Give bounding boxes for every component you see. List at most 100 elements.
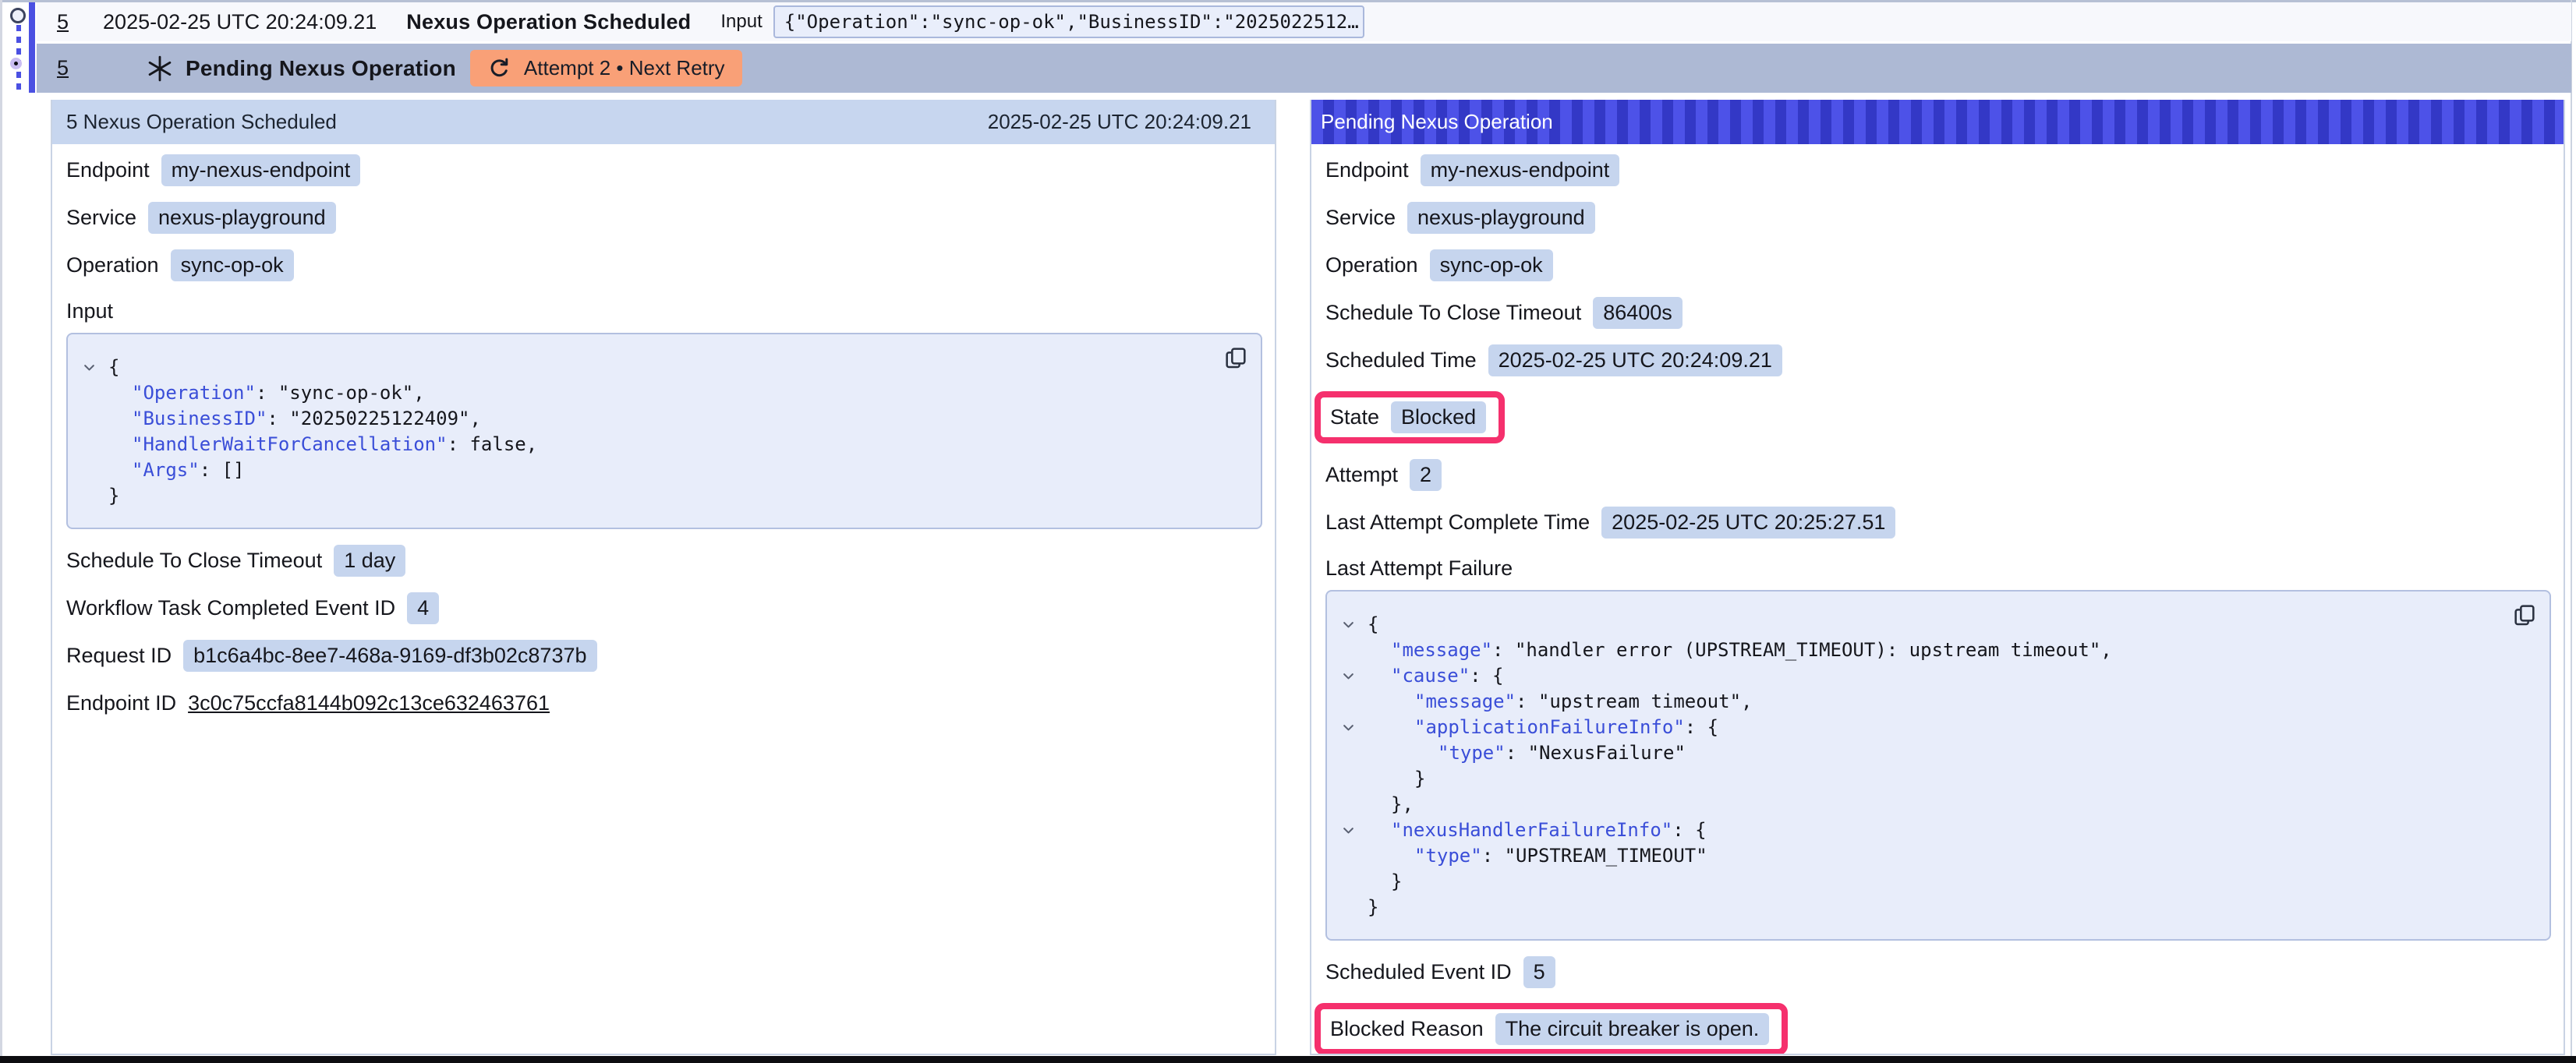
code-gutter[interactable]	[1338, 720, 1368, 735]
chevron-down-icon	[1341, 823, 1356, 838]
code-gutter[interactable]	[79, 360, 108, 375]
collapse-toggle[interactable]	[1341, 823, 1356, 838]
field-label: Attempt	[1325, 463, 1398, 487]
field-workflow-task-completed-event-id: Workflow Task Completed Event ID4	[66, 592, 1262, 624]
code-block-input_json: {"Operation": "sync-op-ok","BusinessID":…	[66, 333, 1262, 529]
scheduled-panel-header: 5 Nexus Operation Scheduled 2025-02-25 U…	[52, 100, 1275, 144]
json-text: }	[1391, 871, 1402, 892]
field-value-chip: 86400s	[1593, 297, 1683, 329]
json-key: "HandlerWaitForCancellation"	[132, 433, 448, 455]
field-value-chip: The circuit breaker is open.	[1495, 1013, 1770, 1045]
copy-icon	[1223, 345, 1248, 370]
json-text: : "sync-op-ok",	[256, 382, 425, 404]
field-endpoint: Endpointmy-nexus-endpoint	[1325, 154, 2551, 186]
code-line: "message": "upstream timeout",	[1338, 689, 2495, 715]
json-key: "cause"	[1391, 665, 1470, 687]
field-label: Endpoint	[1325, 158, 1409, 182]
json-text: },	[1391, 793, 1414, 815]
annotation-highlight-state: StateBlocked	[1315, 391, 1505, 443]
code-line-content: "HandlerWaitForCancellation": false,	[108, 432, 537, 457]
code-line: "applicationFailureInfo": {	[1338, 715, 2495, 740]
code-gutter[interactable]	[1338, 823, 1368, 838]
json-key: "message"	[1391, 639, 1492, 661]
field-endpoint: Endpointmy-nexus-endpoint	[66, 154, 1262, 186]
collapse-toggle[interactable]	[1341, 720, 1356, 735]
json-text: : {	[1672, 819, 1706, 841]
event-id-link[interactable]: 5	[57, 56, 69, 80]
json-text: }	[108, 485, 119, 507]
field-label: Schedule To Close Timeout	[66, 549, 322, 573]
field-value-chip: nexus-playground	[1407, 202, 1595, 234]
scheduled-panel-body: Endpointmy-nexus-endpointServicenexus-pl…	[52, 144, 1275, 1054]
field-schedule-to-close-timeout: Schedule To Close Timeout86400s	[1325, 296, 2551, 329]
retry-badge: Attempt 2 • Next Retry	[470, 50, 742, 87]
scheduled-panel-title: 5 Nexus Operation Scheduled	[66, 110, 337, 134]
field-scheduled-event-id: Scheduled Event ID 5	[1325, 955, 2551, 988]
field-label: Service	[1325, 206, 1396, 230]
json-text: : {	[1685, 716, 1718, 738]
field-label: Request ID	[66, 644, 172, 668]
field-value-chip: 5	[1523, 956, 1555, 988]
field-value-chip: sync-op-ok	[1430, 249, 1553, 281]
collapse-toggle[interactable]	[1341, 617, 1356, 632]
field-value-chip: Blocked	[1391, 401, 1486, 433]
json-key: "nexusHandlerFailureInfo"	[1391, 819, 1672, 841]
json-key: "Args"	[132, 459, 200, 481]
json-text: : "20250225122409",	[267, 408, 481, 429]
code-gutter[interactable]	[1338, 617, 1368, 632]
json-text: : []	[200, 459, 245, 481]
event-open-dot[interactable]	[10, 8, 26, 23]
field-value-chip: 1 day	[334, 545, 405, 577]
copy-button[interactable]	[2512, 602, 2537, 627]
refresh-icon	[487, 56, 511, 80]
field-value-chip: b1c6a4bc-8ee7-468a-9169-df3b02c8737b	[183, 640, 596, 672]
collapse-toggle[interactable]	[1341, 669, 1356, 683]
field-label: Scheduled Event ID	[1325, 960, 1512, 984]
field-label: Operation	[1325, 253, 1418, 277]
code-line-content: }	[1368, 869, 1402, 895]
code-block-failure_json: {"message": "handler error (UPSTREAM_TIM…	[1325, 590, 2551, 941]
field-last-attempt-failure: Last Attempt Failure{"message": "handler…	[1325, 553, 2551, 941]
event-filled-dot[interactable]	[10, 58, 22, 69]
field-value-chip: 2	[1410, 459, 1442, 491]
code-line: }	[1338, 895, 2495, 920]
code-line-content: "cause": {	[1368, 663, 1504, 689]
code-gutter[interactable]	[1338, 669, 1368, 683]
field-blocked-reason: Blocked ReasonThe circuit breaker is ope…	[1325, 1003, 2551, 1054]
pending-panel-title: Pending Nexus Operation	[1321, 110, 1553, 134]
field-operation: Operation sync-op-ok	[1325, 249, 2551, 281]
chevron-down-icon	[1341, 669, 1356, 683]
code-line: {	[79, 355, 1206, 380]
copy-button[interactable]	[1223, 345, 1248, 370]
scheduled-panel-timestamp: 2025-02-25 UTC 20:24:09.21	[988, 110, 1251, 134]
collapse-toggle[interactable]	[82, 360, 97, 375]
event-title: Nexus Operation Scheduled	[406, 10, 691, 34]
event-row-pending-nexus-operation[interactable]: 5 Pending Nexus Operation Attempt 2 • Ne…	[37, 44, 2571, 93]
asterisk-icon	[147, 55, 173, 82]
field-attempt: Attempt 2	[1325, 458, 2551, 491]
code-line: "Args": []	[79, 457, 1206, 483]
field-value-chip: sync-op-ok	[171, 249, 294, 281]
code-line-content: {	[108, 355, 119, 380]
window-bottom-edge	[0, 1056, 2576, 1063]
code-line: }	[79, 483, 1206, 509]
field-schedule-to-close-timeout: Schedule To Close Timeout 1 day	[66, 544, 1262, 577]
code-line: },	[1338, 792, 2495, 818]
json-text: }	[1414, 768, 1425, 789]
code-line: {	[1338, 612, 2495, 637]
code-line-content: }	[108, 483, 119, 509]
code-line-content: "message": "upstream timeout",	[1368, 689, 1752, 715]
field-value-link[interactable]: 3c0c75ccfa8144b092c13ce632463761	[188, 691, 550, 715]
pending-panel-header: Pending Nexus Operation	[1311, 100, 2564, 144]
json-key: "type"	[1438, 742, 1506, 764]
field-label: Input	[66, 299, 1262, 323]
event-id-link[interactable]: 5	[57, 10, 69, 34]
code-line: "cause": {	[1338, 663, 2495, 689]
json-text: }	[1368, 896, 1378, 918]
field-scheduled-time: Scheduled Time2025-02-25 UTC 20:24:09.21	[1325, 344, 2551, 376]
window-left-border	[0, 0, 2, 1063]
event-row-nexus-operation-scheduled[interactable]: 5 2025-02-25 UTC 20:24:09.21 Nexus Opera…	[37, 2, 2571, 41]
code-line-content: }	[1368, 895, 1378, 920]
code-line-content: "type": "UPSTREAM_TIMEOUT"	[1368, 843, 1707, 869]
event-input-preview[interactable]: {"Operation":"sync-op-ok","BusinessID":"…	[773, 5, 1364, 38]
